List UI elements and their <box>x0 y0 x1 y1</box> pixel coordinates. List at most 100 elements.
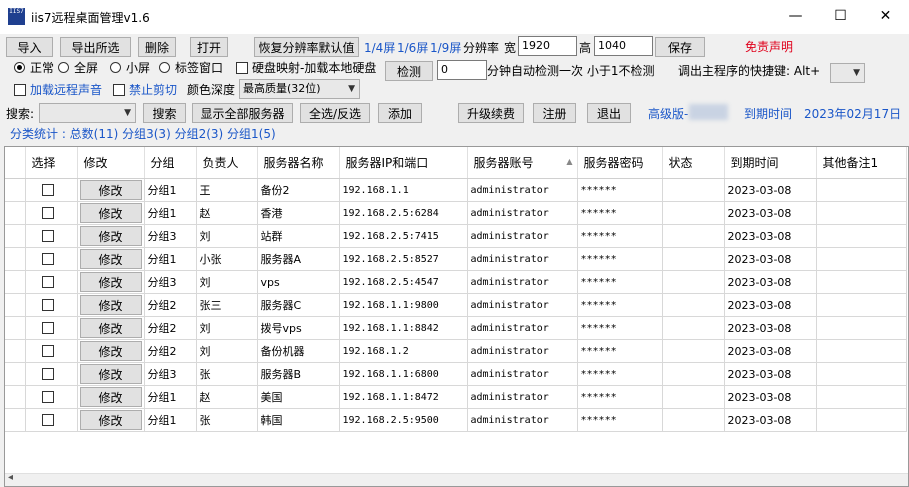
width-input[interactable]: 1920 <box>518 36 577 56</box>
sixth-screen-link[interactable]: 1/6屏 <box>397 39 428 56</box>
detect-interval-input[interactable]: 0 <box>437 60 487 80</box>
header-col-edit[interactable]: 修改 <box>77 147 145 179</box>
row-select-checkbox[interactable] <box>41 207 54 219</box>
cell-ip: 192.168.2.5:9500 <box>339 408 468 432</box>
cell-ip: 192.168.2.5:4547 <box>339 270 468 294</box>
mode-normal-radio[interactable] <box>14 62 25 73</box>
row-select-checkbox[interactable] <box>41 414 54 426</box>
select-cell <box>25 178 78 202</box>
table-row[interactable]: 修改 分组1 王备份2 192.168.1.1 administrator ****** 2… <box>5 178 907 202</box>
row-select-checkbox[interactable] <box>41 391 54 403</box>
show-all-servers-button[interactable]: 显示全部服务器 <box>192 103 293 123</box>
mode-fullscreen-radio[interactable] <box>58 62 69 73</box>
table-row[interactable]: 修改 分组3 张服务器B 192.168.1.1:6800 administrator *… <box>5 362 907 386</box>
row-edit-button[interactable]: 修改 <box>79 341 142 361</box>
mode-tab-radio[interactable] <box>159 62 170 73</box>
table-row[interactable]: 修改 分组2 刘备份机器 192.168.1.2 administrator ******… <box>5 339 907 363</box>
hotkey-select[interactable]: ▼ <box>830 63 865 83</box>
row-edit-button[interactable]: 修改 <box>79 318 142 338</box>
minimize-button[interactable]: — <box>773 0 818 32</box>
import-button[interactable]: 导入 <box>6 37 53 57</box>
select-all-button[interactable]: 全选/反选 <box>300 103 370 123</box>
row-edit-button[interactable]: 修改 <box>79 272 142 292</box>
row-select-checkbox[interactable] <box>41 299 54 311</box>
edit-cell: 修改 <box>77 316 145 340</box>
cell-name: vps <box>257 270 340 294</box>
row-select-checkbox[interactable] <box>41 230 54 242</box>
detect-button[interactable]: 检测 <box>385 61 433 81</box>
export-selected-button[interactable]: 导出所选 <box>60 37 131 57</box>
close-button[interactable]: ✕ <box>863 0 908 32</box>
cell-password: ****** <box>577 201 663 225</box>
scroll-left-arrow-icon[interactable]: ◂ <box>8 472 13 483</box>
load-sound-checkbox[interactable] <box>14 84 26 96</box>
search-button[interactable]: 搜索 <box>143 103 186 123</box>
height-input[interactable]: 1040 <box>594 36 653 56</box>
row-edit-button[interactable]: 修改 <box>79 295 142 315</box>
mode-small-radio[interactable] <box>110 62 121 73</box>
search-select[interactable]: ▼ <box>39 103 136 123</box>
delete-button[interactable]: 删除 <box>138 37 176 57</box>
row-select-checkbox[interactable] <box>41 368 54 380</box>
table-row[interactable]: 修改 分组1 赵香港 192.168.2.5:6284 administrator ***… <box>5 201 907 225</box>
disk-map-checkbox[interactable] <box>236 62 248 74</box>
row-select-checkbox[interactable] <box>41 184 54 196</box>
cell-note <box>816 224 907 248</box>
cell-account: administrator <box>467 293 578 317</box>
cell-status <box>662 385 725 409</box>
table-row[interactable]: 修改 分组2 张三 服务器C 192.168.1.1:9800 administrator… <box>5 293 907 317</box>
header-col-status[interactable]: 状态 <box>662 147 725 179</box>
header-col-select[interactable]: 选择 <box>25 147 78 179</box>
table-row[interactable]: 修改 分组1 小张 服务器A 192.168.2.5:8527 administrator… <box>5 247 907 271</box>
save-button[interactable]: 保存 <box>655 37 705 57</box>
header-col-group[interactable]: 分组 <box>144 147 197 179</box>
header-col-server-ip[interactable]: 服务器IP和端口 <box>339 147 468 179</box>
header-col-note1[interactable]: 其他备注1 <box>816 147 907 179</box>
cell-owner: 张 <box>196 362 258 386</box>
select-cell <box>25 339 78 363</box>
row-edit-button[interactable]: 修改 <box>79 226 142 246</box>
cell-password: ****** <box>577 224 663 248</box>
table-row[interactable]: 修改 分组1 张韩国 192.168.2.5:9500 administrator ***… <box>5 408 907 432</box>
register-button[interactable]: 注册 <box>533 103 576 123</box>
cell-status <box>662 408 725 432</box>
color-depth-select[interactable]: 最高质量(32位) ▼ <box>239 79 360 99</box>
row-select-checkbox[interactable] <box>41 345 54 357</box>
row-header-cell <box>5 224 26 248</box>
row-edit-button[interactable]: 修改 <box>79 180 142 200</box>
row-edit-button[interactable]: 修改 <box>79 364 142 384</box>
add-button[interactable]: 添加 <box>378 103 422 123</box>
edit-cell: 修改 <box>77 362 145 386</box>
table-row[interactable]: 修改 分组1 赵美国 192.168.1.1:8472 administrator ***… <box>5 385 907 409</box>
row-select-checkbox[interactable] <box>41 276 54 288</box>
row-edit-button[interactable]: 修改 <box>79 203 142 223</box>
header-col-password[interactable]: 服务器密码 <box>577 147 663 179</box>
header-col-account[interactable]: 服务器账号 ▲ <box>467 147 578 179</box>
restore-resolution-button[interactable]: 恢复分辨率默认值 <box>254 37 359 57</box>
row-select-checkbox[interactable] <box>41 253 54 265</box>
table-row[interactable]: 修改 分组3 刘站群 192.168.2.5:7415 administrator ***… <box>5 224 907 248</box>
row-select-checkbox[interactable] <box>41 322 54 334</box>
disk-map-label: 硬盘映射-加载本地硬盘 <box>252 61 377 75</box>
ninth-screen-link[interactable]: 1/9屏 <box>430 39 461 56</box>
header-col-expire[interactable]: 到期时间 <box>724 147 817 179</box>
header-col-owner[interactable]: 负责人 <box>196 147 258 179</box>
quarter-screen-link[interactable]: 1/4屏 <box>364 39 395 56</box>
upgrade-button[interactable]: 升级续费 <box>458 103 524 123</box>
app-window: IIS7 iis7远程桌面管理v1.6 — ☐ ✕ 导入 导出所选 删除 打开 … <box>0 0 909 487</box>
cell-password: ****** <box>577 178 663 202</box>
table-row[interactable]: 修改 分组3 刘 vps 192.168.2.5:4547 administrator **… <box>5 270 907 294</box>
disable-clipboard-checkbox[interactable] <box>113 84 125 96</box>
row-edit-button[interactable]: 修改 <box>79 387 142 407</box>
row-edit-button[interactable]: 修改 <box>79 249 142 269</box>
maximize-button[interactable]: ☐ <box>818 0 863 32</box>
open-button[interactable]: 打开 <box>190 37 228 57</box>
disclaimer-link[interactable]: 免责声明 <box>745 38 793 55</box>
cell-expire: 2023-03-08 <box>724 293 817 317</box>
exit-button[interactable]: 退出 <box>587 103 631 123</box>
horizontal-scrollbar[interactable]: ◂ <box>5 472 908 486</box>
header-col-server-name[interactable]: 服务器名称 <box>257 147 340 179</box>
row-edit-button[interactable]: 修改 <box>79 410 142 430</box>
table-row[interactable]: 修改 分组2 刘拨号vps 192.168.1.1:8842 administrator… <box>5 316 907 340</box>
cell-password: ****** <box>577 316 663 340</box>
